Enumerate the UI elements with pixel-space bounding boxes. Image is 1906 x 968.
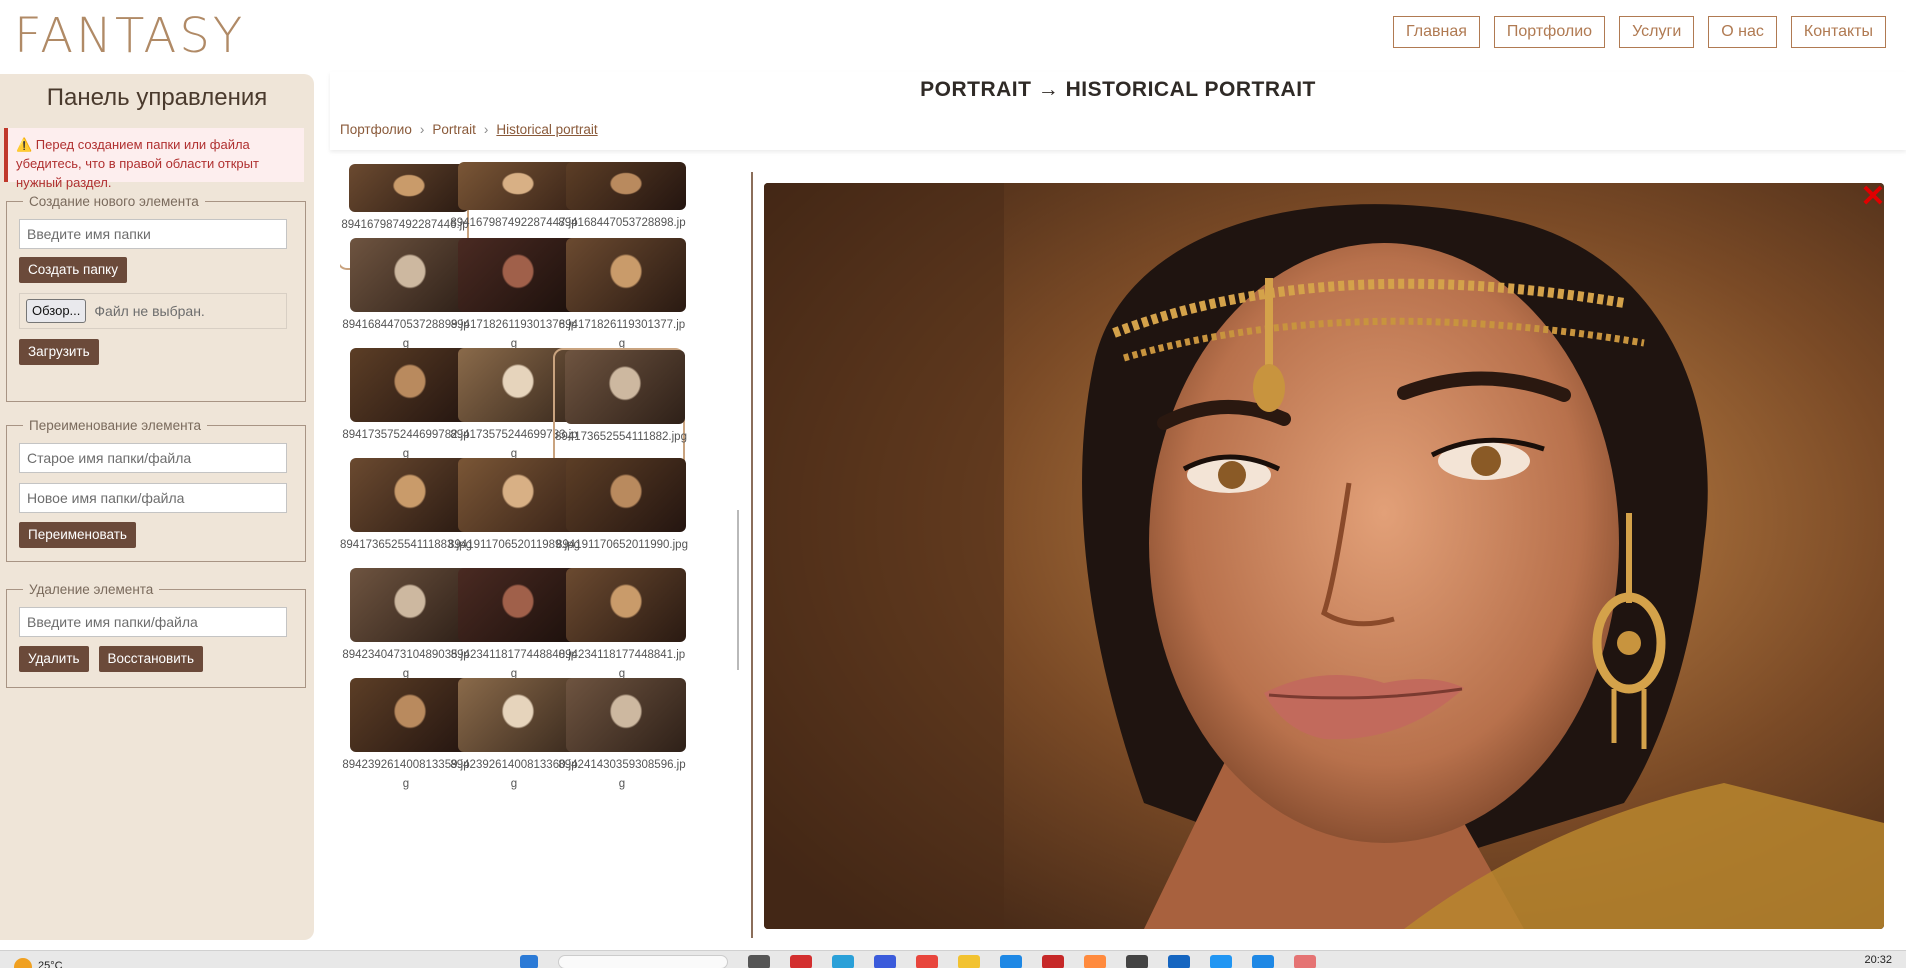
weather-widget[interactable]: 25°C bbox=[14, 956, 63, 968]
thumbnail-image bbox=[566, 458, 686, 532]
control-panel-title: Панель управления bbox=[46, 84, 268, 111]
gallery-scrollbar[interactable] bbox=[737, 510, 739, 670]
site-header: FANTASY Главная Портфолио Услуги О нас К… bbox=[0, 0, 1906, 72]
image-viewer[interactable] bbox=[764, 183, 1884, 929]
create-legend: Создание нового элемента bbox=[29, 194, 199, 209]
calendar-icon[interactable] bbox=[1252, 955, 1274, 968]
thumbnail-image bbox=[566, 678, 686, 752]
chrome-icon[interactable] bbox=[916, 955, 938, 968]
thumbnail-image bbox=[565, 350, 685, 424]
nav-portfolio[interactable]: Портфолио bbox=[1493, 16, 1606, 48]
rename-legend: Переименование элемента bbox=[29, 418, 202, 433]
terminal-icon[interactable] bbox=[1126, 955, 1148, 968]
search-icon[interactable] bbox=[558, 955, 728, 968]
edge-icon[interactable] bbox=[1168, 955, 1190, 968]
control-panel: Панель управления ⚠️ Перед созданием пап… bbox=[0, 74, 314, 940]
create-section: Создание нового элемента Введите имя пап… bbox=[6, 194, 306, 402]
page-title: PORTRAIT → HISTORICAL PORTRAIT bbox=[920, 78, 1316, 101]
nav-contacts[interactable]: Контакты bbox=[1790, 16, 1886, 48]
folder-icon[interactable] bbox=[958, 955, 980, 968]
rename-button[interactable]: Переименовать bbox=[19, 522, 136, 548]
file-picker[interactable]: Обзор... Файл не выбран. bbox=[19, 293, 287, 329]
thumbnail-image bbox=[566, 238, 686, 312]
telegram-icon[interactable] bbox=[832, 955, 854, 968]
thumbnail-gallery[interactable]: 894167987492287446.jpg894167987492287447… bbox=[340, 162, 740, 932]
thumbnail-image bbox=[566, 162, 686, 210]
gallery-thumbnail[interactable]: 894241430359308596.jpg bbox=[556, 678, 688, 812]
delete-name-input[interactable]: Введите имя папки/файла bbox=[19, 607, 287, 637]
main-nav: Главная Портфолио Услуги О нас Контакты bbox=[1393, 16, 1886, 48]
nav-about[interactable]: О нас bbox=[1708, 16, 1777, 48]
thumbnail-image bbox=[566, 568, 686, 642]
create-folder-button[interactable]: Создать папку bbox=[19, 257, 127, 283]
app-icon[interactable] bbox=[1042, 955, 1064, 968]
upload-button[interactable]: Загрузить bbox=[19, 339, 99, 365]
taskbar-apps bbox=[520, 955, 1316, 968]
thumbnail-filename: 894241430359308596.jpg bbox=[558, 759, 686, 790]
new-name-input[interactable]: Новое имя папки/файла bbox=[19, 483, 287, 513]
breadcrumb-historical-portrait[interactable]: Historical portrait bbox=[496, 122, 597, 137]
portrait-image bbox=[764, 183, 1884, 929]
opera-icon[interactable] bbox=[790, 955, 812, 968]
nav-home[interactable]: Главная bbox=[1393, 16, 1480, 48]
warning-message: ⚠️ Перед созданием папки или файла убеди… bbox=[4, 128, 304, 190]
breadcrumb-portfolio[interactable]: Портфолио bbox=[340, 122, 412, 137]
weather-temperature: 25°C bbox=[38, 960, 63, 968]
breadcrumb-separator: › bbox=[483, 122, 489, 137]
sun-icon bbox=[14, 958, 32, 968]
delete-button[interactable]: Удалить bbox=[19, 646, 89, 672]
folder-name-input[interactable]: Введите имя папки bbox=[19, 219, 287, 249]
taskbar-clock: 20:32 bbox=[1864, 954, 1892, 966]
close-icon[interactable]: ✕ bbox=[1860, 182, 1886, 212]
chat-icon[interactable] bbox=[1000, 955, 1022, 968]
app-icon[interactable] bbox=[874, 955, 896, 968]
breadcrumb: Портфолио › Portrait › Historical portra… bbox=[340, 122, 598, 137]
thumbnail-filename: 894173652554111882.jpg bbox=[555, 431, 687, 443]
nav-services[interactable]: Услуги bbox=[1619, 16, 1695, 48]
breadcrumb-portrait[interactable]: Portrait bbox=[432, 122, 476, 137]
task-view-icon[interactable] bbox=[748, 955, 770, 968]
rename-section: Переименование элемента Старое имя папки… bbox=[6, 418, 306, 562]
vscode-icon[interactable] bbox=[1210, 955, 1232, 968]
restore-button[interactable]: Восстановить bbox=[98, 646, 203, 672]
no-file-label: Файл не выбран. bbox=[94, 303, 205, 319]
old-name-input[interactable]: Старое имя папки/файла bbox=[19, 443, 287, 473]
app-icon[interactable] bbox=[1294, 955, 1316, 968]
content-header: PORTRAIT → HISTORICAL PORTRAIT Портфолио… bbox=[330, 72, 1906, 150]
thumbnail-filename: 894191170652011990.jpg bbox=[556, 539, 688, 551]
delete-section: Удаление элемента Введите имя папки/файл… bbox=[6, 582, 306, 688]
site-logo[interactable]: FANTASY bbox=[14, 8, 245, 64]
page: FANTASY Главная Портфолио Услуги О нас К… bbox=[0, 0, 1906, 968]
os-taskbar: 25°C 20:32 bbox=[0, 950, 1906, 968]
delete-legend: Удаление элемента bbox=[29, 582, 154, 597]
browse-button[interactable]: Обзор... bbox=[26, 299, 87, 323]
start-icon[interactable] bbox=[520, 955, 538, 968]
gallery-divider bbox=[751, 172, 753, 938]
firefox-icon[interactable] bbox=[1084, 955, 1106, 968]
breadcrumb-separator: › bbox=[419, 122, 425, 137]
